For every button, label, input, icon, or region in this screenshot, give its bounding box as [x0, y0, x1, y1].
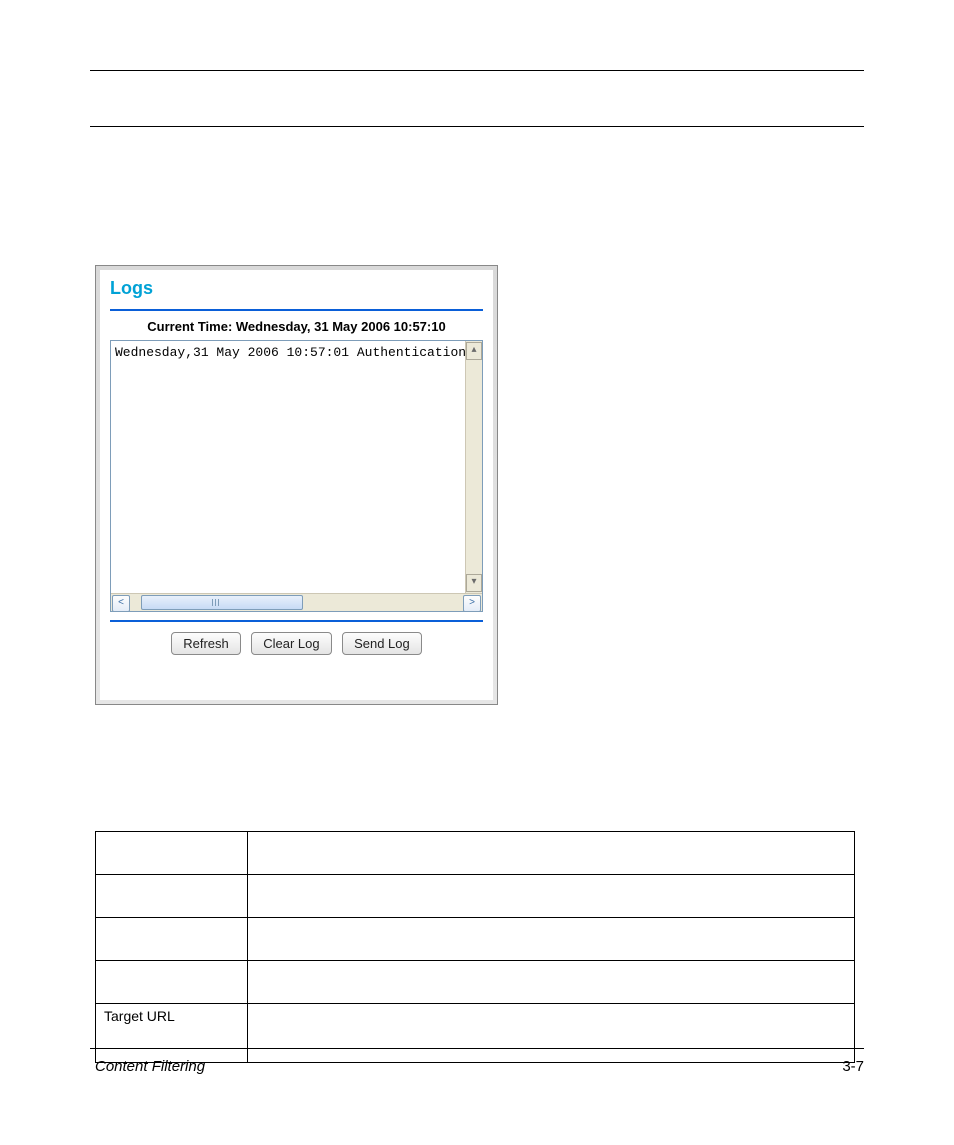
log-entry: Wednesday,31 May 2006 10:57:01 Authentic… [111, 341, 482, 360]
table-row [96, 832, 855, 875]
target-url-cell: Target URL [96, 1004, 248, 1063]
header-rule-2 [90, 126, 864, 127]
scroll-right-icon[interactable]: > [463, 595, 481, 612]
logs-button-row: Refresh Clear Log Send Log [100, 632, 493, 655]
table-cell [248, 918, 855, 961]
table-cell [248, 875, 855, 918]
thumb-grip-icon [212, 599, 221, 606]
table-row [96, 875, 855, 918]
table-row [96, 918, 855, 961]
footer-page-number: 3-7 [842, 1058, 864, 1075]
logs-panel: Logs Current Time: Wednesday, 31 May 200… [95, 265, 498, 705]
vertical-scrollbar[interactable]: ▴ ▾ [465, 341, 482, 593]
table-cell [248, 832, 855, 875]
footer-section-title: Content Filtering [95, 1058, 205, 1075]
table-cell [248, 1004, 855, 1063]
table-cell [96, 961, 248, 1004]
table-cell [96, 918, 248, 961]
scroll-down-icon[interactable]: ▾ [466, 574, 482, 592]
refresh-button[interactable]: Refresh [171, 632, 241, 655]
current-time-label: Current Time: Wednesday, 31 May 2006 10:… [100, 319, 493, 334]
hscroll-thumb[interactable] [141, 595, 303, 610]
footer-rule [90, 1048, 864, 1049]
scroll-left-icon[interactable]: < [112, 595, 130, 612]
send-log-button[interactable]: Send Log [342, 632, 422, 655]
logs-divider-bottom [110, 620, 483, 622]
table-cell [96, 875, 248, 918]
log-textarea[interactable]: Wednesday,31 May 2006 10:57:01 Authentic… [110, 340, 483, 612]
scroll-up-icon[interactable]: ▴ [466, 342, 482, 360]
table-cell [96, 832, 248, 875]
hscroll-track[interactable] [131, 595, 462, 610]
horizontal-scrollbar[interactable]: < > [111, 593, 482, 611]
logs-title: Logs [100, 270, 493, 309]
table-row [96, 961, 855, 1004]
table-row: Target URL [96, 1004, 855, 1063]
logs-panel-inner: Logs Current Time: Wednesday, 31 May 200… [100, 270, 493, 700]
header-rule-1 [90, 70, 864, 71]
clear-log-button[interactable]: Clear Log [251, 632, 331, 655]
log-fields-table: Target URL [95, 831, 855, 1063]
page-footer: Content Filtering 3-7 [95, 1058, 864, 1075]
logs-divider-top [110, 309, 483, 311]
table-cell [248, 961, 855, 1004]
